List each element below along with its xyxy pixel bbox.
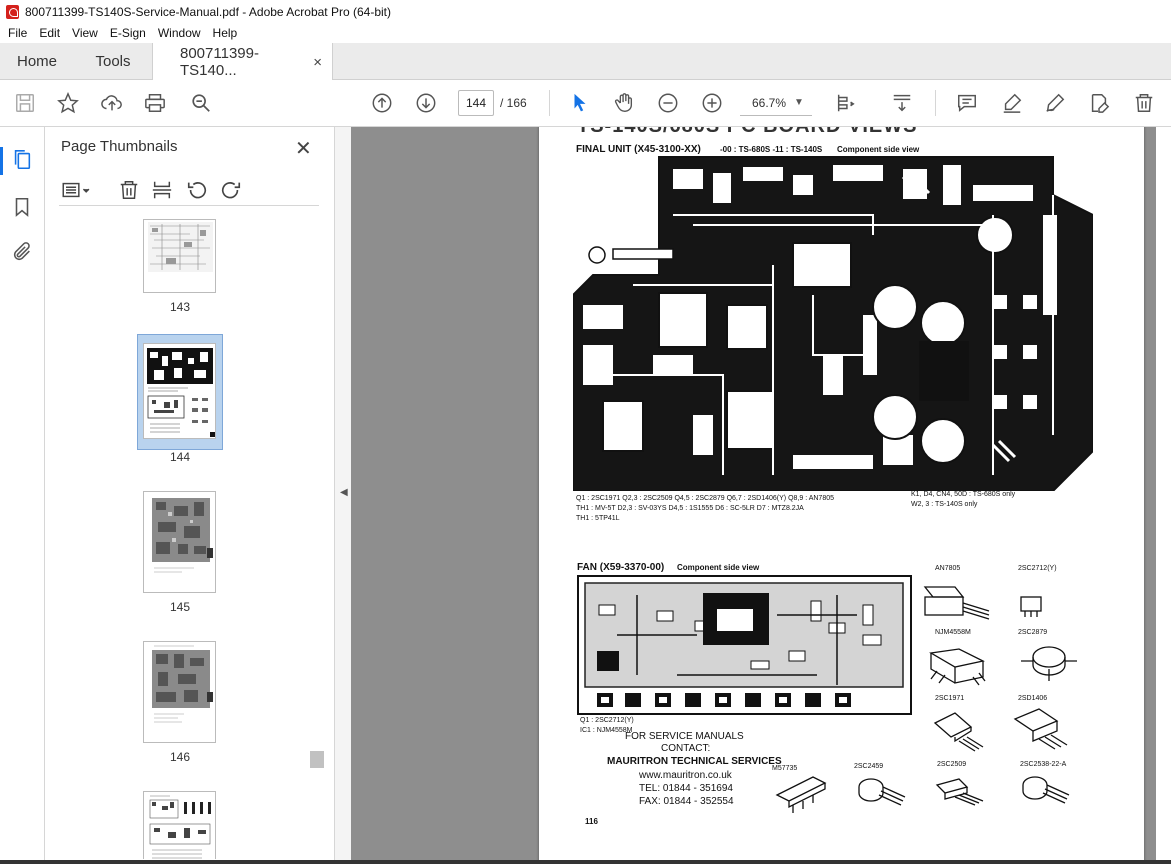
page-thumbnails-panel: Page Thumbnails ✕ 143 144 145 146 bbox=[45, 127, 367, 864]
page-fit-icon[interactable] bbox=[834, 91, 858, 115]
collapse-panel-icon[interactable]: ◀ bbox=[340, 487, 348, 498]
fan-component-side: Component side view bbox=[677, 563, 760, 572]
select-cursor-icon[interactable] bbox=[568, 91, 592, 115]
search-zoom-icon[interactable] bbox=[189, 91, 213, 115]
contact-line-1: FOR SERVICE MANUALS bbox=[625, 731, 744, 742]
component-label: 2SC2712(Y) bbox=[1018, 565, 1057, 572]
cloud-upload-icon[interactable] bbox=[100, 91, 124, 115]
thumbnail-label: 143 bbox=[169, 300, 191, 314]
page-total: / 166 bbox=[500, 96, 527, 110]
thumbnail-scroll-thumb[interactable] bbox=[310, 751, 324, 768]
active-indicator bbox=[0, 147, 3, 175]
page-heading: TS-140S/680S PC BOARD VIEWS bbox=[577, 127, 917, 138]
attachments-icon[interactable] bbox=[10, 240, 34, 264]
thumbnail-label: 146 bbox=[169, 750, 191, 764]
tab-bar: Home Tools 800711399-TS140... × bbox=[0, 43, 1171, 81]
component-label: AN7805 bbox=[935, 565, 961, 572]
page-number: 116 bbox=[585, 817, 598, 826]
main-toolbar: 144 / 166 66.7% ▼ bbox=[0, 80, 1171, 127]
pdf-page: TS-140S/680S PC BOARD VIEWS FINAL UNIT (… bbox=[539, 127, 1144, 864]
rotate-clockwise-icon[interactable] bbox=[219, 178, 243, 202]
final-unit-pcb-diagram bbox=[573, 156, 1093, 491]
tab-home[interactable]: Home bbox=[0, 43, 74, 80]
menu-window[interactable]: Window bbox=[152, 26, 207, 40]
thumbnail-toolbar bbox=[59, 176, 319, 206]
print-icon[interactable] bbox=[143, 91, 167, 115]
bookmarks-icon[interactable] bbox=[10, 195, 34, 219]
edit-pdf-icon[interactable] bbox=[1087, 91, 1111, 115]
acrobat-icon bbox=[6, 4, 19, 19]
panel-title: Page Thumbnails bbox=[61, 138, 178, 155]
document-scrollbar[interactable] bbox=[1156, 127, 1171, 864]
delete-icon[interactable] bbox=[1132, 91, 1156, 115]
final-unit-component-side: Component side view bbox=[837, 145, 920, 154]
thumbnail-label: 144 bbox=[169, 450, 191, 464]
only-note-1: K1, D4, CN4, 50D : TS-680S only bbox=[911, 491, 1016, 498]
final-unit-subtitle: -00 : TS-680S -11 : TS-140S bbox=[720, 145, 823, 154]
parts-list-line-3: TH1 : 5TP41L bbox=[576, 515, 620, 522]
fan-parts-1: Q1 : 2SC2712(Y) bbox=[580, 717, 634, 724]
thumbnail-page[interactable] bbox=[143, 791, 216, 859]
menu-file[interactable]: File bbox=[2, 26, 33, 40]
rotate-counterclockwise-icon[interactable] bbox=[185, 178, 209, 202]
menu-help[interactable]: Help bbox=[207, 26, 244, 40]
scroll-mode-icon[interactable] bbox=[890, 91, 914, 115]
save-icon[interactable] bbox=[13, 91, 37, 115]
thumbnail-list[interactable]: 143 144 145 146 bbox=[45, 219, 315, 859]
taskbar-edge bbox=[0, 860, 1171, 864]
tab-tools[interactable]: Tools bbox=[74, 43, 152, 80]
tab-document[interactable]: 800711399-TS140... × bbox=[152, 43, 333, 81]
delete-pages-icon[interactable] bbox=[117, 178, 141, 202]
parts-list-line-1: Q1 : 2SC1971 Q2,3 : 2SC2509 Q4,5 : 2SC28… bbox=[576, 495, 834, 502]
window-title: 800711399-TS140S-Service-Manual.pdf - Ad… bbox=[25, 4, 391, 19]
comment-icon[interactable] bbox=[955, 91, 979, 115]
menu-esign[interactable]: E-Sign bbox=[104, 26, 152, 40]
zoom-in-icon[interactable] bbox=[700, 91, 724, 115]
thumbnail-options-icon[interactable] bbox=[59, 178, 95, 202]
bookmark-star-icon[interactable] bbox=[56, 91, 80, 115]
left-navigation-rail bbox=[0, 127, 45, 864]
menu-bar: File Edit View E-Sign Window Help bbox=[0, 23, 1171, 43]
previous-page-icon[interactable] bbox=[370, 91, 394, 115]
panel-splitter[interactable]: ◀ bbox=[334, 127, 351, 864]
thumbnail-page[interactable] bbox=[143, 219, 216, 293]
next-page-icon[interactable] bbox=[414, 91, 438, 115]
highlight-pen-icon[interactable] bbox=[1000, 91, 1024, 115]
zoom-out-icon[interactable] bbox=[656, 91, 680, 115]
close-panel-icon[interactable]: ✕ bbox=[295, 136, 312, 161]
fan-title: FAN (X59-3370-00) bbox=[577, 562, 665, 573]
toolbar-divider bbox=[935, 90, 936, 116]
document-view[interactable]: TS-140S/680S PC BOARD VIEWS FINAL UNIT (… bbox=[351, 127, 1171, 864]
thumbnail-page[interactable] bbox=[143, 641, 216, 743]
contact-line-3: MAURITRON TECHNICAL SERVICES bbox=[607, 756, 782, 767]
menu-view[interactable]: View bbox=[66, 26, 104, 40]
extract-pages-icon[interactable] bbox=[150, 178, 174, 202]
zoom-level-value: 66.7% bbox=[752, 95, 787, 110]
tab-document-label: 800711399-TS140... bbox=[180, 45, 259, 79]
thumbnail-label: 145 bbox=[169, 600, 191, 614]
toolbar-divider bbox=[549, 90, 550, 116]
thumbnail-page[interactable] bbox=[143, 491, 216, 593]
hand-tool-icon[interactable] bbox=[612, 91, 636, 115]
zoom-level-select[interactable]: 66.7% ▼ bbox=[740, 90, 812, 116]
close-tab-icon[interactable]: × bbox=[313, 54, 322, 71]
title-bar: 800711399-TS140S-Service-Manual.pdf - Ad… bbox=[0, 0, 1171, 23]
contact-line-2: CONTACT: bbox=[661, 743, 711, 754]
final-unit-title: FINAL UNIT (X45-3100-XX) bbox=[576, 144, 701, 155]
parts-list-line-2: TH1 : MV-5T D2,3 : SV-03YS D4,5 : 1S1555… bbox=[576, 505, 804, 512]
menu-edit[interactable]: Edit bbox=[33, 26, 66, 40]
contact-line-5: TEL: 01844 - 351694 bbox=[639, 783, 733, 794]
only-note-2: W2, 3 : TS-140S only bbox=[911, 501, 978, 508]
contact-line-4: www.mauritron.co.uk bbox=[639, 770, 732, 781]
chevron-down-icon: ▼ bbox=[794, 97, 804, 108]
sign-icon[interactable] bbox=[1043, 91, 1067, 115]
thumbnail-page-selected[interactable] bbox=[143, 343, 216, 439]
page-number-input[interactable]: 144 bbox=[458, 90, 494, 116]
component-pinout-drawings bbox=[775, 586, 1077, 813]
contact-line-6: FAX: 01844 - 352554 bbox=[639, 796, 734, 807]
page-thumbnails-icon[interactable] bbox=[10, 148, 34, 172]
